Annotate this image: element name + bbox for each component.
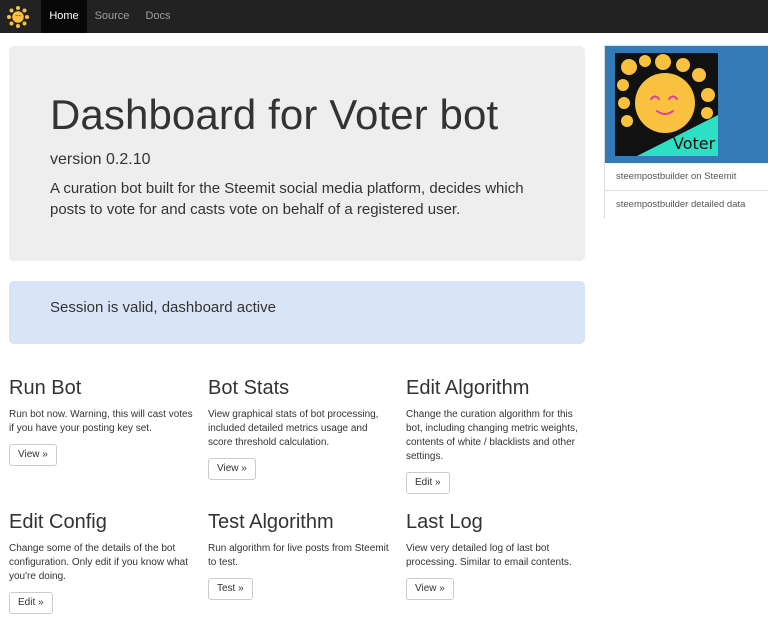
nav-source-link[interactable]: Source <box>87 0 137 33</box>
feature-description: View graphical stats of bot processing, … <box>208 409 379 448</box>
top-navbar: Home Source Docs <box>0 0 768 33</box>
avatar-voter-text: Voter <box>673 134 716 153</box>
feature-description: Change some of the details of the bot co… <box>9 543 188 582</box>
run-bot-view-button[interactable]: View » <box>9 444 57 466</box>
last-log-view-button[interactable]: View » <box>406 578 454 600</box>
sidebar-panel: Voter steempostbuilder on Steemit steemp… <box>604 45 768 219</box>
feature-last-log: Last Log View very detailed log of last … <box>406 511 591 600</box>
edit-algorithm-button[interactable]: Edit » <box>406 472 450 494</box>
feature-bot-stats: Bot Stats View graphical stats of bot pr… <box>208 377 393 480</box>
sidebar-header: Voter <box>605 46 768 163</box>
feature-description: Run bot now. Warning, this will cast vot… <box>9 409 193 434</box>
steemit-profile-link[interactable]: steempostbuilder on Steemit <box>605 163 768 191</box>
voter-avatar: Voter <box>615 53 718 156</box>
session-status-text: Session is valid, dashboard active <box>50 299 276 316</box>
feature-description: Change the curation algorithm for this b… <box>406 409 578 462</box>
jumbotron: Dashboard for Voter bot version 0.2.10 A… <box>9 46 585 261</box>
page-title: Dashboard for Voter bot <box>50 91 499 138</box>
feature-run-bot: Run Bot Run bot now. Warning, this will … <box>9 377 194 466</box>
detailed-data-link[interactable]: steempostbuilder detailed data <box>605 191 768 219</box>
feature-description: View very detailed log of last bot proce… <box>406 543 572 568</box>
feature-edit-config: Edit Config Change some of the details o… <box>9 511 194 614</box>
description-text: A curation bot built for the Steemit soc… <box>50 180 524 218</box>
bot-stats-view-button[interactable]: View » <box>208 458 256 480</box>
test-algorithm-button[interactable]: Test » <box>208 578 253 600</box>
edit-config-button[interactable]: Edit » <box>9 592 53 614</box>
feature-title: Last Log <box>406 511 483 533</box>
brand-sun-logo-icon[interactable] <box>6 5 30 29</box>
nav-home-link[interactable]: Home <box>41 0 87 33</box>
feature-description: Run algorithm for live posts from Steemi… <box>208 543 389 568</box>
feature-title: Bot Stats <box>208 377 290 399</box>
nav-docs-link[interactable]: Docs <box>137 0 179 33</box>
feature-title: Edit Config <box>9 511 107 533</box>
feature-test-algorithm: Test Algorithm Run algorithm for live po… <box>208 511 393 600</box>
feature-title: Test Algorithm <box>208 511 334 533</box>
feature-edit-algorithm: Edit Algorithm Change the curation algor… <box>406 377 591 494</box>
version-text: version 0.2.10 <box>50 151 151 168</box>
feature-title: Run Bot <box>9 377 82 399</box>
feature-title: Edit Algorithm <box>406 377 530 399</box>
session-alert: Session is valid, dashboard active <box>9 281 585 344</box>
